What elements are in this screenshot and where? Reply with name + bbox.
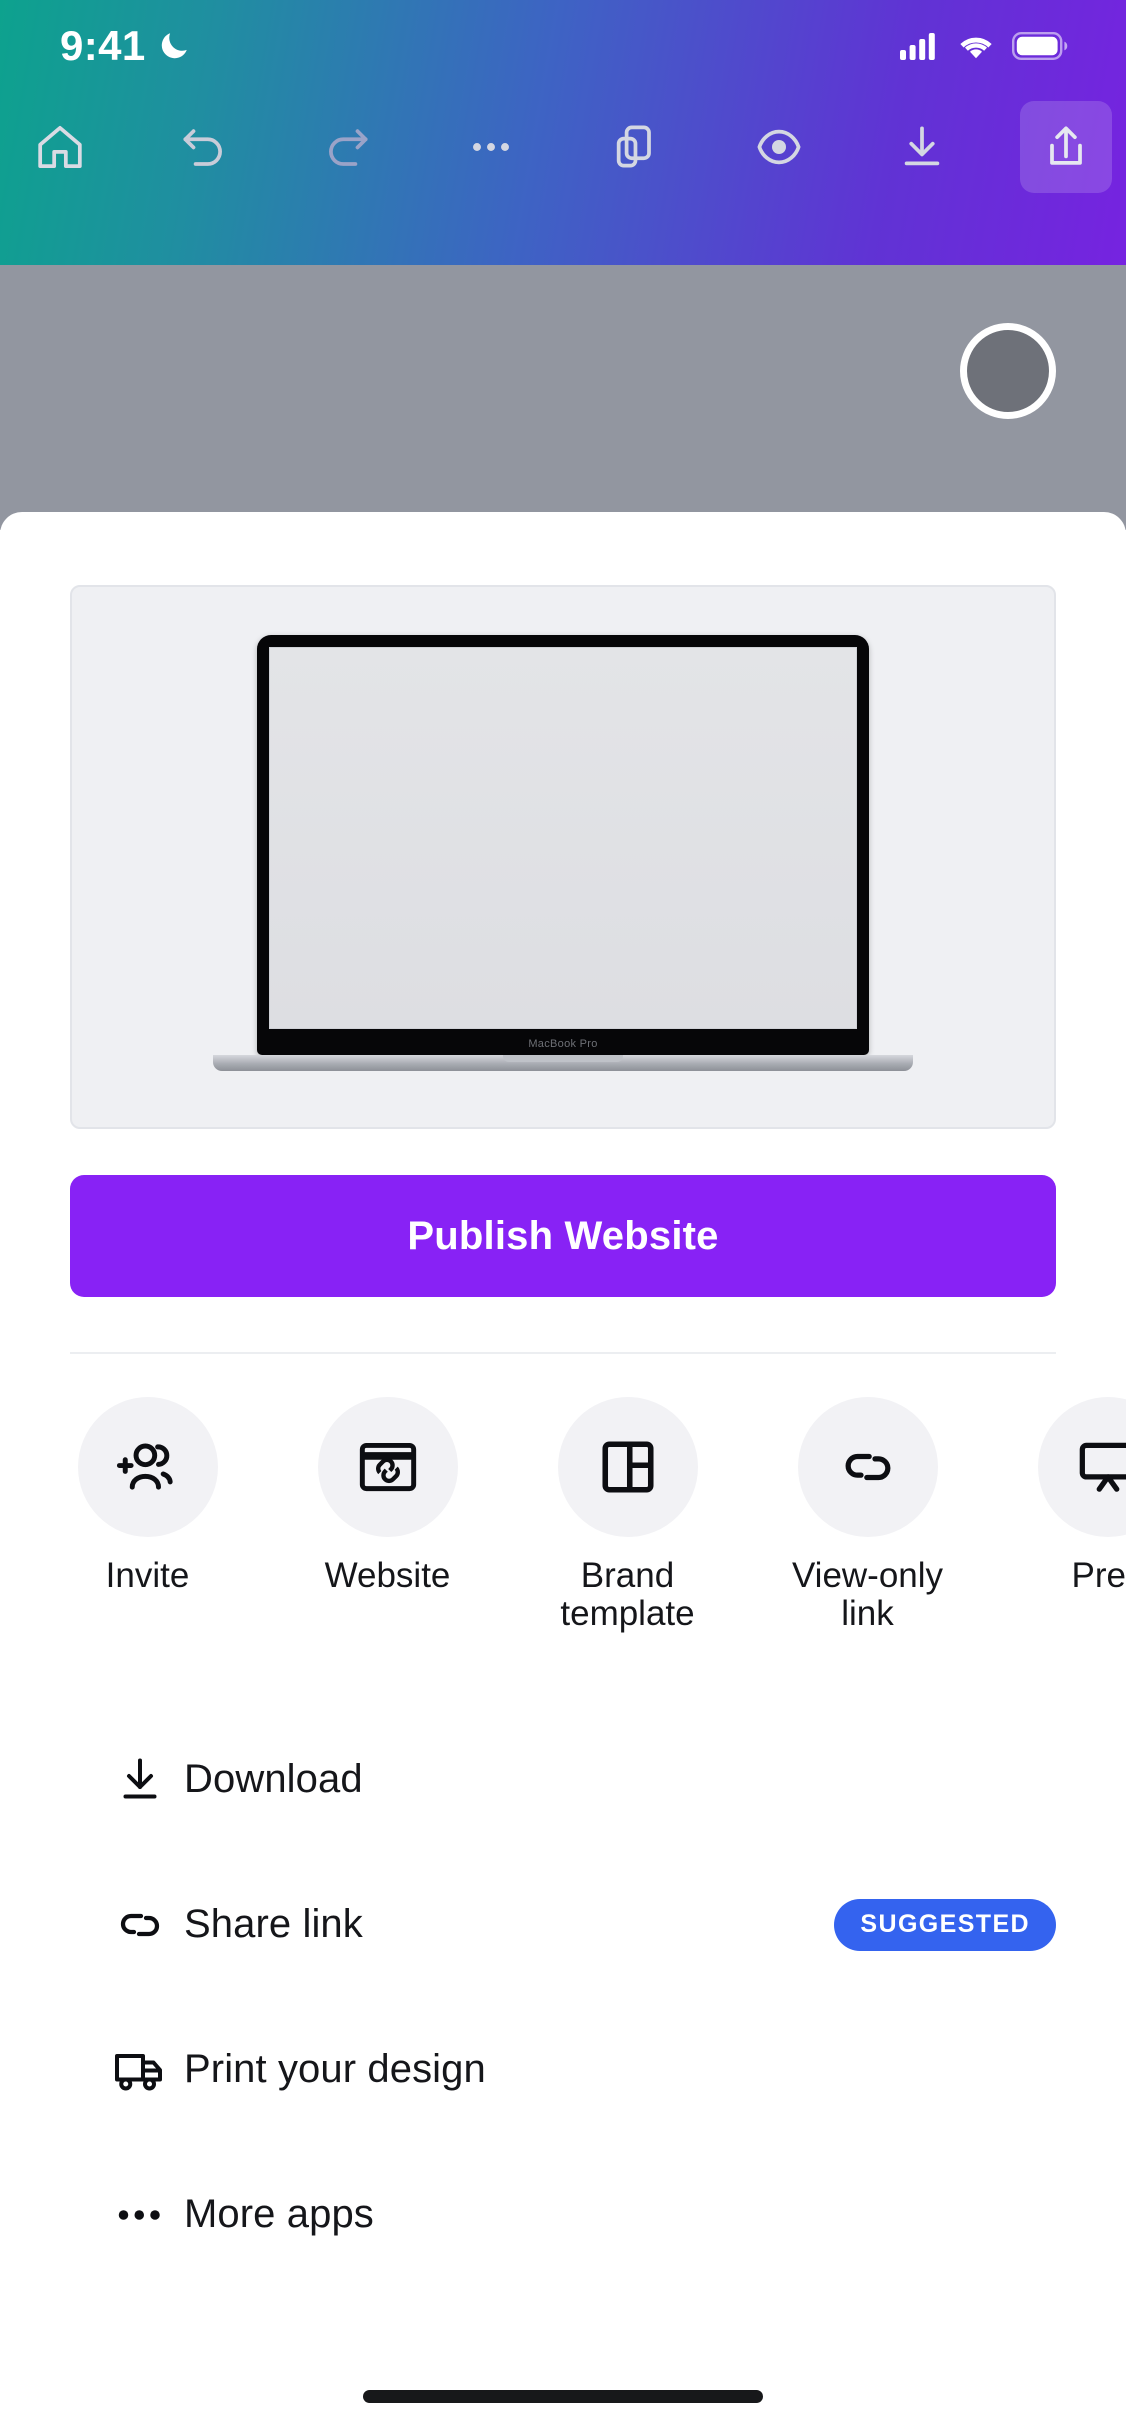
laptop-lid: MacBook Pro: [257, 635, 869, 1055]
quick-action-website-label: Website: [324, 1556, 451, 1595]
quick-action-invite-circle[interactable]: [77, 1397, 218, 1537]
editor-toolbar: [0, 92, 1126, 202]
toolbar-more-button[interactable]: [445, 101, 537, 193]
list-item-share-link-label: Share link: [184, 1902, 363, 1946]
battery-full-icon: [1012, 32, 1068, 60]
list-item-download-label: Download: [184, 1757, 363, 1801]
quick-action-present-label: Pres: [1071, 1556, 1126, 1595]
quick-action-view-only-link-label: View-only link: [791, 1556, 944, 1633]
quick-action-view-only-link[interactable]: View-only link: [790, 1397, 945, 1633]
wifi-icon: [960, 37, 992, 58]
toolbar-home-button[interactable]: [14, 101, 106, 193]
quick-action-present-circle[interactable]: [1037, 1397, 1126, 1537]
status-badge: SUGGESTED: [834, 1898, 1056, 1951]
list-item-print-your-design[interactable]: Print your design: [0, 1997, 1126, 2142]
laptop-brand-label: MacBook Pro: [528, 1038, 598, 1050]
quick-action-website[interactable]: Website: [310, 1397, 465, 1595]
laptop-base: [213, 1055, 913, 1071]
download-arrow-icon: [110, 1750, 184, 1810]
chain-link-icon: [110, 1895, 184, 1955]
status-bar-left: 9:41: [60, 25, 192, 67]
app-screen: 9:41 MacBook Pro Publish Website Invite …: [0, 0, 1126, 2436]
download-arrow-icon: [905, 126, 940, 166]
status-bar: 9:41: [0, 0, 1126, 92]
eye-icon: [757, 129, 801, 165]
quick-action-brand-template-label: Brand template: [560, 1556, 695, 1633]
home-indicator[interactable]: [363, 2390, 763, 2403]
delivery-truck-icon: [110, 2040, 184, 2100]
laptop-screen: [269, 647, 857, 1029]
toolbar-redo-button[interactable]: [301, 101, 393, 193]
crescent-moon-icon: [161, 33, 187, 59]
publish-website-button[interactable]: Publish Website: [70, 1175, 1056, 1297]
quick-actions-row[interactable]: Invite Website Brand template View-only …: [0, 1397, 1126, 1697]
status-time: 9:41: [60, 22, 146, 69]
toolbar-undo-button[interactable]: [158, 101, 250, 193]
design-canvas-backdrop[interactable]: [0, 265, 1126, 530]
redo-arrow-icon: [329, 129, 368, 166]
list-item-print-your-design-label: Print your design: [184, 2047, 486, 2091]
add-people-icon: [116, 1443, 173, 1490]
status-bar-right: [900, 32, 1068, 61]
editor-header: 9:41: [0, 0, 1126, 265]
list-item-more-apps[interactable]: More apps: [0, 2142, 1126, 2287]
avatar[interactable]: [960, 323, 1056, 419]
browser-link-icon: [359, 1442, 416, 1492]
quick-action-view-only-link-circle[interactable]: [797, 1397, 938, 1537]
present-screen-icon: [1079, 1442, 1126, 1492]
quick-action-invite[interactable]: Invite: [70, 1397, 225, 1595]
quick-action-brand-template[interactable]: Brand template: [550, 1397, 705, 1633]
toolbar-download-button[interactable]: [876, 101, 968, 193]
list-item-download[interactable]: Download: [0, 1707, 1126, 1852]
undo-arrow-icon: [183, 129, 222, 166]
list-item-share-link[interactable]: Share link SUGGESTED: [0, 1852, 1126, 1997]
design-preview-card[interactable]: MacBook Pro: [70, 585, 1056, 1129]
quick-action-present[interactable]: Pres: [1030, 1397, 1126, 1595]
cellular-signal-icon: [900, 33, 935, 60]
share-bottom-sheet: MacBook Pro Publish Website Invite Websi…: [0, 512, 1126, 2436]
home-icon: [38, 126, 82, 168]
ellipsis-icon: [473, 143, 510, 151]
chain-link-icon: [845, 1453, 890, 1481]
toolbar-preview-button[interactable]: [733, 101, 825, 193]
quick-action-website-circle[interactable]: [317, 1397, 458, 1537]
toolbar-share-button[interactable]: [1020, 101, 1113, 193]
layout-template-icon: [601, 1441, 654, 1493]
share-up-arrow-icon: [1050, 126, 1082, 165]
list-item-more-apps-label: More apps: [184, 2192, 374, 2236]
ellipsis-icon: [110, 2185, 184, 2245]
pages-copy-icon: [616, 125, 651, 168]
laptop-mockup: MacBook Pro: [213, 635, 913, 1071]
toolbar-pages-button[interactable]: [589, 101, 681, 193]
quick-action-invite-label: Invite: [105, 1556, 190, 1595]
share-options-list: Download Share link SUGGESTED Print your…: [0, 1707, 1126, 2287]
sheet-divider: [70, 1352, 1056, 1354]
quick-action-brand-template-circle[interactable]: [557, 1397, 698, 1537]
